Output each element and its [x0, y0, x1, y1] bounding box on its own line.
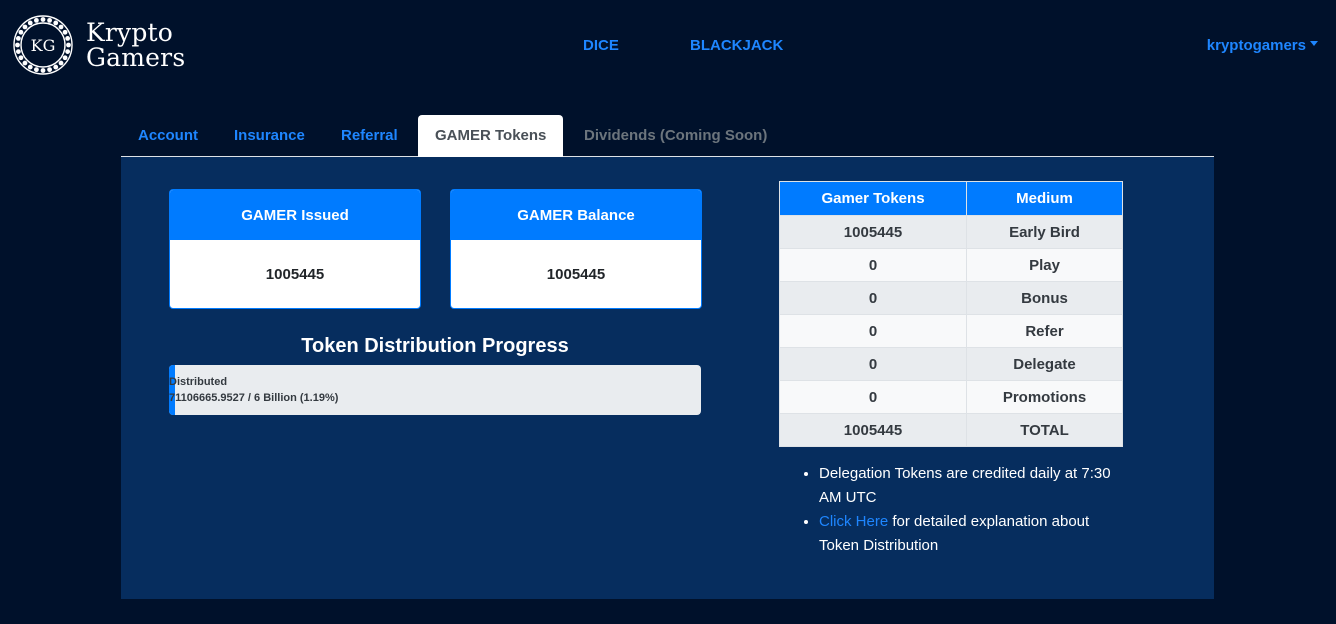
account-tabs: Account Insurance Referral GAMER Tokens … — [121, 115, 1214, 157]
card-value: 1005445 — [265, 265, 325, 283]
progress-detail: 71106665.9527 / 6 Billion (1.19%) — [169, 392, 339, 404]
emblem-dot — [62, 55, 68, 61]
token-amount: 0 — [779, 380, 967, 414]
emblem-dot — [58, 24, 64, 30]
caret-down-icon — [1310, 41, 1318, 46]
emblem-dot — [18, 55, 24, 61]
table-row: 0 Play — [779, 248, 1123, 282]
list-item: Delegation Tokens are credited daily at … — [819, 462, 1129, 510]
medium-name: Refer — [966, 314, 1123, 348]
emblem-dot — [34, 67, 39, 73]
medium-name: Bonus — [966, 281, 1123, 315]
table-row-total: 1005445 TOTAL — [779, 413, 1123, 447]
progress-label: Distributed — [169, 376, 228, 388]
emblem-dot — [40, 68, 46, 73]
gamer-balance-card: GAMER Balance 1005445 — [450, 189, 702, 309]
table-row: 0 Delegate — [779, 347, 1123, 381]
emblem-dot — [34, 17, 39, 23]
token-amount: 0 — [779, 248, 967, 282]
tab-dividends[interactable]: Dividends (Coming Soon) — [567, 115, 784, 157]
list-item: Click Here for detailed explanation abou… — [819, 510, 1129, 558]
click-here-link[interactable]: Click Here — [819, 513, 888, 530]
emblem-dot — [15, 42, 20, 48]
distribution-progress-bar: Distributed 71106665.9527 / 6 Billion (1… — [169, 365, 701, 415]
medium-name: Early Bird — [966, 215, 1123, 249]
brand-line-2: Gamers — [86, 43, 186, 72]
emblem-dot — [22, 60, 28, 66]
emblem-dot — [27, 20, 33, 26]
table-header-gamer-tokens: Gamer Tokens — [779, 181, 967, 216]
nav-blackjack-link[interactable]: BLACKJACK — [690, 37, 783, 54]
top-navbar: KG Krypto Gamers DICE BLACKJACK kryptoga… — [0, 0, 1336, 90]
table-row: 1005445 Early Bird — [779, 215, 1123, 249]
emblem-dot — [65, 49, 71, 54]
token-amount: 0 — [779, 281, 967, 315]
distribution-notes: Delegation Tokens are credited daily at … — [799, 462, 1129, 558]
table-header-medium: Medium — [966, 181, 1123, 216]
token-distribution-table: Gamer Tokens Medium 1005445 Early Bird 0P… — [779, 181, 1123, 447]
token-amount: 1005445 — [779, 215, 967, 249]
nav-dice-link[interactable]: DICE — [583, 37, 619, 54]
progress-title: Token Distribution Progress — [301, 335, 569, 357]
token-amount: 0 — [779, 347, 967, 381]
brand-logo[interactable]: KG Krypto Gamers — [10, 12, 185, 78]
emblem-dot — [47, 67, 52, 73]
tab-gamer-tokens[interactable]: GAMER Tokens — [418, 115, 564, 157]
gamer-tokens-panel: GAMER Issued 1005445 GAMER Balance 10054… — [121, 157, 1214, 599]
medium-name: Delegate — [966, 347, 1123, 381]
tab-account[interactable]: Account — [121, 115, 215, 157]
tab-insurance[interactable]: Insurance — [217, 115, 322, 157]
table-row: 0 Promotions — [779, 380, 1123, 414]
emblem-dot — [53, 64, 59, 70]
token-total: 1005445 — [779, 413, 967, 447]
emblem-dot — [40, 17, 46, 22]
gamer-issued-card: GAMER Issued 1005445 — [169, 189, 421, 309]
emblem-dot — [66, 42, 71, 48]
gear-emblem-icon: KG — [13, 15, 73, 75]
table-row: 0 Refer — [779, 314, 1123, 348]
card-title: GAMER Balance — [451, 190, 701, 240]
progress-text: Distributed 71106665.9527 / 6 Billion (1… — [169, 374, 338, 406]
card-title: GAMER Issued — [170, 190, 420, 240]
emblem-dot — [58, 60, 64, 66]
tab-referral[interactable]: Referral — [324, 115, 415, 157]
emblem-dot — [15, 36, 21, 41]
token-amount: 0 — [779, 314, 967, 348]
card-value: 1005445 — [546, 265, 606, 283]
user-dropdown[interactable]: kryptogamers — [1207, 37, 1318, 54]
emblem-dot — [15, 49, 21, 54]
brand-monogram: KG — [31, 36, 56, 55]
emblem-dot — [53, 20, 59, 26]
emblem-dot — [18, 29, 24, 35]
total-label: TOTAL — [966, 413, 1123, 447]
medium-name: Play — [966, 248, 1123, 282]
emblem-dot — [65, 36, 71, 41]
brand-line-1: Krypto — [86, 18, 174, 47]
brand-name: Krypto Gamers — [86, 20, 185, 70]
medium-name: Promotions — [966, 380, 1123, 414]
username: kryptogamers — [1206, 37, 1306, 54]
emblem-dot — [22, 24, 28, 30]
table-row: 0 Bonus — [779, 281, 1123, 315]
emblem-dot — [62, 29, 68, 35]
emblem-dot — [27, 64, 33, 70]
emblem-dot — [47, 17, 52, 23]
delegation-note: Delegation Tokens are credited daily at … — [819, 465, 1111, 506]
